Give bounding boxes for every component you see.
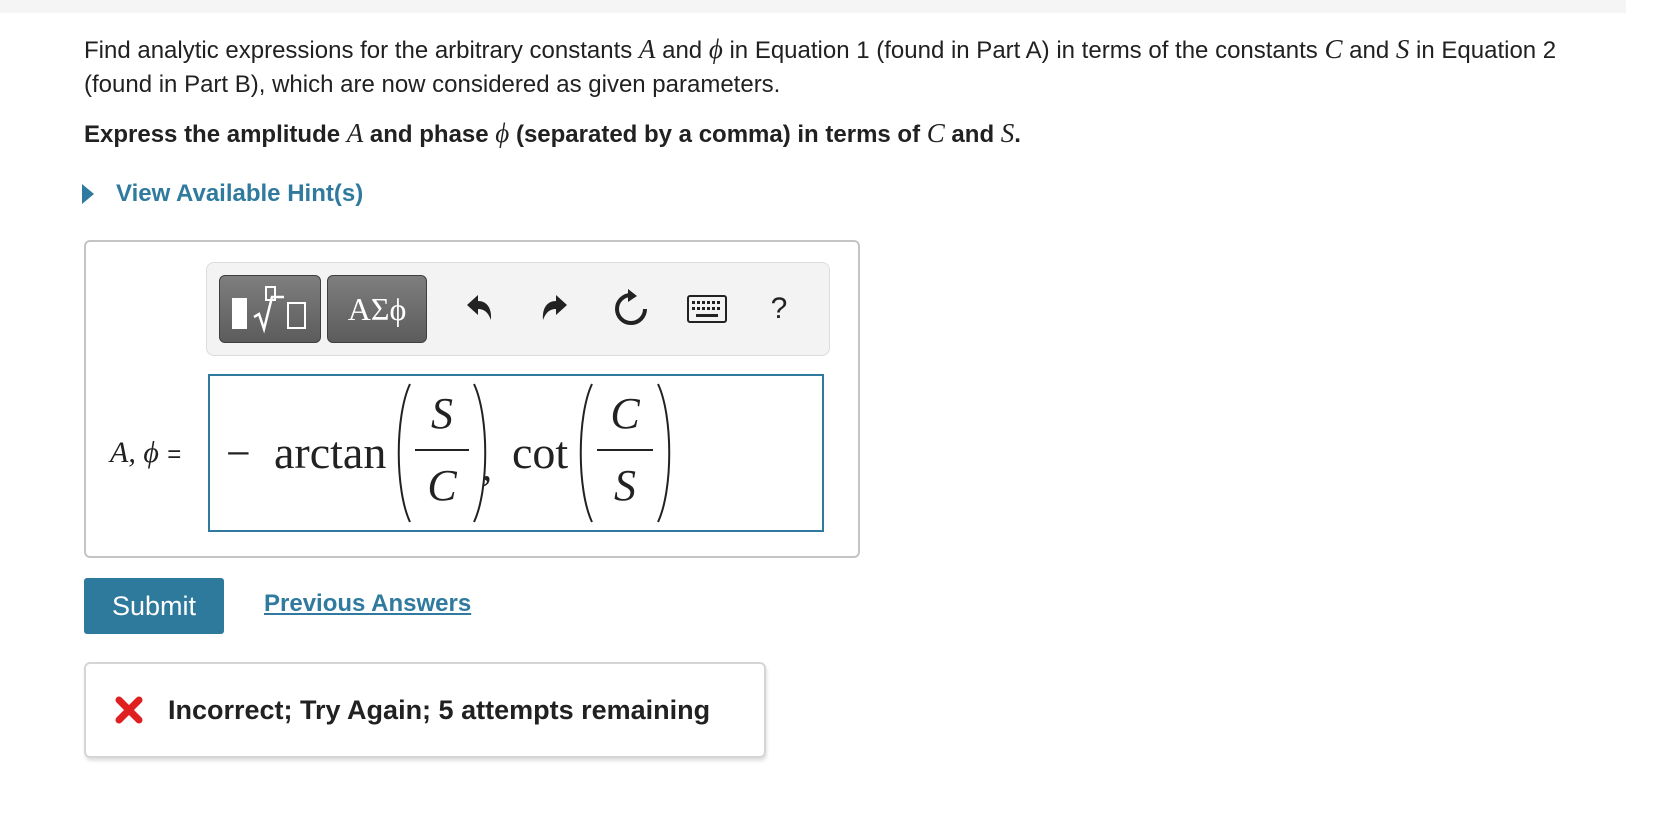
greek-symbols-label: ΑΣϕ (347, 290, 407, 327)
instruction-math-phi: ϕ (495, 118, 510, 148)
keyboard-button[interactable] (683, 285, 731, 333)
x-mark-icon (114, 695, 144, 725)
prompt-math-phi: ϕ (708, 34, 723, 64)
keyboard-icon (687, 295, 727, 323)
instruction-text: (separated by a comma) in terms of (509, 121, 927, 148)
instruction-math-C: C (926, 118, 945, 148)
arctan-function: arctan (274, 427, 386, 478)
help-label: ? (770, 292, 788, 325)
comma-separator: , (482, 444, 492, 489)
templates-button[interactable] (219, 275, 321, 343)
instruction-text: . (1014, 121, 1021, 148)
redo-icon (542, 295, 567, 320)
fraction1-denominator: C (427, 461, 457, 510)
right-paren-2 (657, 383, 671, 523)
feedback-text: Incorrect; Try Again; 5 attempts remaini… (168, 694, 711, 725)
undo-button[interactable] (455, 285, 503, 333)
prompt-text: in Equation 1 (found in Part A) in terms… (722, 37, 1325, 64)
instruction-text: and phase (363, 121, 496, 148)
left-paren-1 (397, 383, 411, 523)
answer-variables: A, ϕ (110, 436, 159, 469)
instruction-math-S: S (1000, 118, 1015, 148)
equals-sign: = (167, 441, 182, 468)
help-button[interactable]: ? (755, 285, 803, 333)
question-prompt: Find analytic expressions for the arbitr… (84, 32, 1624, 102)
reset-icon (615, 289, 647, 325)
left-paren-2 (579, 383, 593, 523)
prompt-math-A: A (638, 34, 656, 64)
prompt-text: and (655, 37, 709, 64)
caret-right-icon (82, 184, 94, 204)
prompt-text: Find analytic expressions for the arbitr… (84, 37, 639, 64)
submit-button[interactable]: Submit (84, 578, 224, 634)
fraction-root-template-icon (232, 286, 306, 334)
prompt-text: and (1342, 37, 1396, 64)
answer-variable-label: A, ϕ = (110, 436, 181, 470)
cot-function: cot (512, 427, 568, 478)
previous-answers-link[interactable]: Previous Answers (264, 590, 471, 618)
reset-button[interactable] (607, 285, 655, 333)
prompt-math-S: S (1395, 34, 1410, 64)
view-hints-label: View Available Hint(s) (116, 180, 364, 207)
undo-icon (467, 295, 492, 320)
question-instruction: Express the amplitude A and phase ϕ (sep… (84, 116, 1021, 152)
greek-symbols-button[interactable]: ΑΣϕ (327, 275, 427, 343)
prompt-math-C: C (1324, 34, 1343, 64)
instruction-text: and (944, 121, 1001, 148)
submit-label: Submit (111, 590, 197, 621)
redo-button[interactable] (531, 285, 579, 333)
answer-input[interactable]: − arctan S C , cot C S (208, 374, 824, 532)
instruction-text: Express the amplitude (84, 121, 347, 148)
feedback-message-box: Incorrect; Try Again; 5 attempts remaini… (84, 662, 766, 758)
instruction-math-A: A (346, 118, 364, 148)
view-hints-toggle[interactable]: View Available Hint(s) (82, 180, 363, 208)
fraction1-numerator: S (431, 389, 453, 438)
fraction2-denominator: S (614, 461, 636, 510)
fraction2-numerator: C (610, 389, 640, 438)
minus-sign: − (226, 429, 251, 478)
math-toolbar: ΑΣϕ ? (206, 262, 830, 356)
top-bar (0, 0, 1626, 13)
answer-expression: − arctan S C , cot C S (226, 383, 671, 523)
answer-box: ΑΣϕ ? A, ϕ = − arctan S C , cot C S (84, 240, 860, 558)
